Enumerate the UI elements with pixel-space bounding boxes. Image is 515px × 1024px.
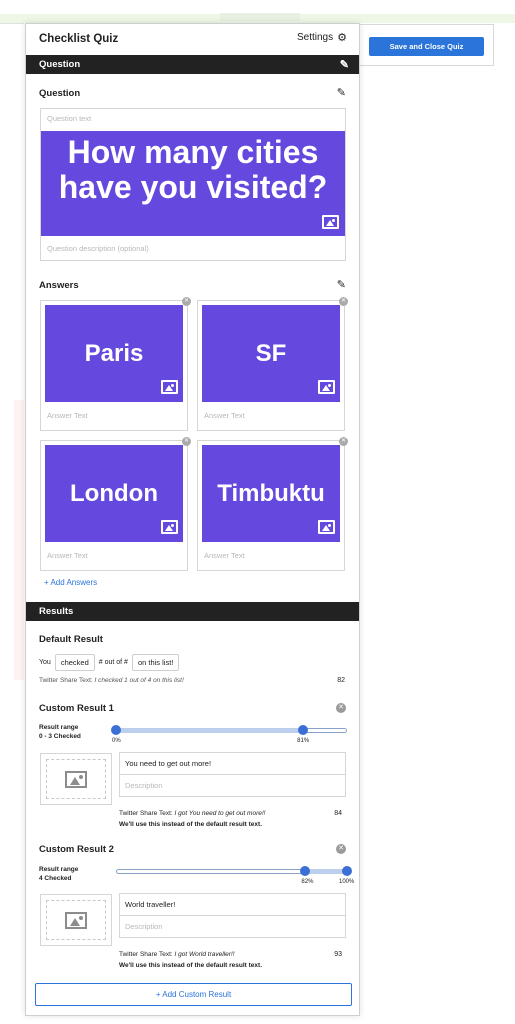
slider-high-percent: 100% bbox=[339, 879, 355, 885]
character-count: 93 bbox=[334, 951, 342, 958]
slider-low-percent: 82% bbox=[301, 879, 314, 885]
slider-high-handle[interactable] bbox=[298, 725, 309, 735]
background-banner-label bbox=[220, 13, 300, 21]
change-image-icon[interactable] bbox=[161, 380, 178, 394]
edit-question-icon[interactable]: ✎ bbox=[337, 86, 346, 99]
change-image-icon[interactable] bbox=[161, 520, 178, 534]
remove-result-icon[interactable]: ✕ bbox=[336, 844, 346, 854]
gear-icon: ⚙ bbox=[337, 32, 347, 44]
panel-title: Checklist Quiz bbox=[39, 33, 119, 45]
settings-button[interactable]: Settings ⚙ bbox=[297, 31, 347, 44]
share-text: I got You need to get out more!! bbox=[174, 810, 266, 817]
share-label: Twitter Share Text: bbox=[39, 677, 93, 684]
character-count: 84 bbox=[334, 810, 342, 817]
answer-text-input[interactable]: Answer Text bbox=[47, 411, 88, 420]
slider-high-handle[interactable] bbox=[342, 866, 352, 876]
custom-result-1-heading: Custom Result 1 bbox=[39, 703, 114, 714]
settings-label: Settings bbox=[296, 32, 334, 43]
character-count: 82 bbox=[337, 677, 345, 684]
default-result-row: You checked # out of # on this list! bbox=[39, 654, 180, 671]
answer-card[interactable]: Paris Answer Text ✕ bbox=[40, 297, 191, 431]
slider-low-percent: 0% bbox=[112, 738, 121, 744]
question-heading: Question bbox=[39, 88, 81, 99]
answer-image-text: London bbox=[70, 479, 158, 507]
share-text: I got World traveller!! bbox=[174, 951, 235, 958]
change-image-icon[interactable] bbox=[318, 520, 335, 534]
question-description-input[interactable]: Question description (optional) bbox=[47, 244, 149, 253]
slider-low-handle[interactable] bbox=[111, 725, 121, 735]
result-share-text: Twitter Share Text: I got You need to ge… bbox=[119, 810, 265, 817]
edit-answers-icon[interactable]: ✎ bbox=[337, 278, 346, 291]
answer-text-input[interactable]: Answer Text bbox=[47, 551, 88, 560]
remove-answer-icon[interactable]: ✕ bbox=[339, 297, 348, 306]
share-label: Twitter Share Text: bbox=[119, 810, 173, 817]
custom-result-2-heading: Custom Result 2 bbox=[39, 844, 114, 855]
add-custom-result-button[interactable]: + Add Custom Result bbox=[35, 983, 352, 1006]
result-title-input[interactable]: World traveller! bbox=[119, 893, 346, 916]
change-image-icon[interactable] bbox=[322, 215, 339, 229]
range-value: 4 Checked bbox=[39, 875, 72, 882]
range-label: Result range bbox=[39, 866, 79, 873]
result-note: We'll use this instead of the default re… bbox=[119, 821, 263, 828]
remove-answer-icon[interactable]: ✕ bbox=[182, 297, 191, 306]
answer-image-text: SF bbox=[255, 339, 287, 367]
answer-card[interactable]: London Answer Text ✕ bbox=[40, 437, 191, 571]
remove-result-icon[interactable]: ✕ bbox=[336, 703, 346, 713]
slider-low-handle[interactable] bbox=[300, 866, 311, 876]
result-description-input[interactable]: Description bbox=[119, 915, 346, 938]
question-image[interactable]: How many cities have you visited? bbox=[41, 131, 345, 236]
question-image-text: How many cities have you visited? bbox=[58, 134, 328, 205]
checked-token[interactable]: checked bbox=[54, 654, 95, 671]
results-section-label: Results bbox=[39, 606, 74, 617]
question-section-label: Question bbox=[39, 59, 81, 70]
result-image-upload[interactable] bbox=[40, 753, 112, 805]
results-section-bar: Results bbox=[26, 602, 359, 621]
default-result-heading: Default Result bbox=[39, 634, 103, 645]
background-divider bbox=[0, 23, 24, 24]
question-text-input[interactable]: Question text bbox=[47, 114, 91, 123]
answer-image-text: Timbuktu bbox=[217, 479, 325, 507]
answer-text-input[interactable]: Answer Text bbox=[204, 551, 245, 560]
question-box: Question text How many cities have you v… bbox=[40, 108, 346, 261]
range-value: 0 - 3 Checked bbox=[39, 733, 81, 740]
add-answers-link[interactable]: + Add Answers bbox=[44, 578, 97, 587]
you-label: You bbox=[39, 659, 51, 666]
slider-fill bbox=[116, 728, 304, 733]
share-text: I checked 1 out of 4 on this list! bbox=[94, 677, 184, 684]
image-icon bbox=[65, 911, 87, 929]
image-icon bbox=[65, 770, 87, 788]
image-drop-area[interactable] bbox=[46, 759, 106, 799]
edit-question-section-icon[interactable]: ✎ bbox=[340, 58, 349, 71]
result-description-input[interactable]: Description bbox=[119, 774, 346, 797]
image-drop-area[interactable] bbox=[46, 900, 106, 940]
answer-card[interactable]: Timbuktu Answer Text ✕ bbox=[197, 437, 348, 571]
remove-answer-icon[interactable]: ✕ bbox=[182, 437, 191, 446]
result-image-upload[interactable] bbox=[40, 894, 112, 946]
answer-card[interactable]: SF Answer Text ✕ bbox=[197, 297, 348, 431]
question-section-bar: Question ✎ bbox=[26, 55, 359, 74]
change-image-icon[interactable] bbox=[318, 380, 335, 394]
quiz-editor-panel: Checklist Quiz Settings ⚙ Question ✎ Que… bbox=[25, 23, 360, 1016]
result-note: We'll use this instead of the default re… bbox=[119, 962, 263, 969]
background-strip bbox=[14, 400, 24, 680]
answer-text-input[interactable]: Answer Text bbox=[204, 411, 245, 420]
result-share-text: Twitter Share Text: I got World travelle… bbox=[119, 951, 235, 958]
share-label: Twitter Share Text: bbox=[119, 951, 173, 958]
slider-high-percent: 81% bbox=[297, 738, 310, 744]
result-title-input[interactable]: You need to get out more! bbox=[119, 752, 346, 775]
remove-answer-icon[interactable]: ✕ bbox=[339, 437, 348, 446]
slider-fill bbox=[305, 869, 347, 874]
range-label: Result range bbox=[39, 724, 79, 731]
answer-image-text: Paris bbox=[84, 339, 144, 367]
answers-heading: Answers bbox=[39, 280, 79, 291]
on-list-token[interactable]: on this list! bbox=[131, 654, 180, 671]
out-of-label: # out of # bbox=[98, 659, 128, 666]
default-share-text: Twitter Share Text: I checked 1 out of 4… bbox=[39, 677, 184, 684]
save-and-close-button[interactable]: Save and Close Quiz bbox=[369, 37, 484, 56]
